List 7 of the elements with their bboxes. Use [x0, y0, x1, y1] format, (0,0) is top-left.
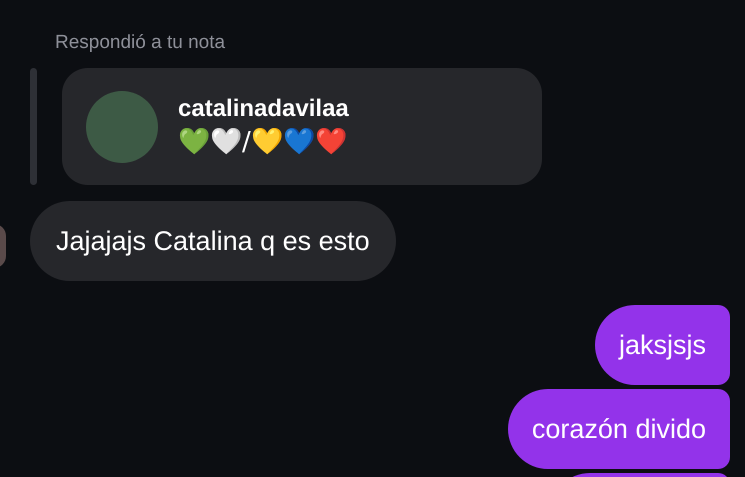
message-bubble: jaksjsjs [594, 305, 730, 385]
note-card[interactable]: catalinadavilaa 💚🤍/💛💙❤ [62, 68, 542, 185]
message-bubble: Jajajajs Catalina q es esto [30, 201, 396, 281]
note-username: catalinadavilaa [178, 94, 349, 124]
note-text: 💚🤍/💛💙❤ [178, 126, 348, 158]
reply-label: Respondió a tu nota [55, 31, 226, 55]
message-bubble: corazón divido [508, 389, 730, 469]
